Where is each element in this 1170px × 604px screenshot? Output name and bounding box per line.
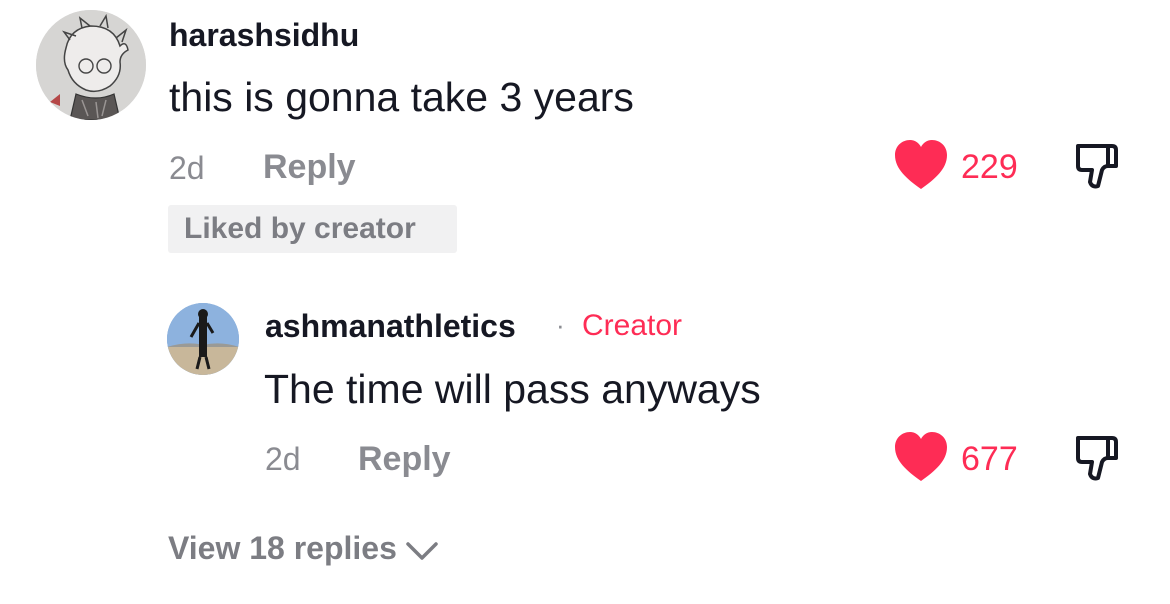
reply-button[interactable]: Reply [358, 440, 451, 479]
cartoon-avatar-image [36, 10, 146, 120]
like-count: 229 [961, 148, 1018, 186]
creator-badge: Creator [582, 309, 683, 342]
view-replies-button[interactable]: View 18 replies [168, 530, 439, 567]
thumbs-down-icon [1076, 436, 1118, 481]
avatar-harashsidhu[interactable] [36, 10, 146, 120]
thumbs-down-icon [1076, 144, 1118, 189]
comment-text: this is gonna take 3 years [169, 74, 634, 120]
chevron-down-icon [406, 541, 438, 560]
dislike-button[interactable] [1072, 140, 1124, 192]
avatar-ashmanathletics[interactable] [167, 303, 239, 375]
comment-timestamp: 2d [265, 441, 301, 477]
comment-username[interactable]: ashmanathletics [265, 308, 516, 345]
comment-text: The time will pass anyways [264, 366, 761, 412]
like-button[interactable] [893, 139, 949, 191]
comment-timestamp: 2d [169, 150, 205, 186]
liked-by-creator-badge: Liked by creator [168, 205, 457, 253]
separator-dot: · [556, 310, 565, 340]
heart-icon [895, 140, 947, 189]
dislike-button[interactable] [1072, 432, 1124, 484]
reply-button[interactable]: Reply [263, 148, 356, 187]
like-button[interactable] [893, 431, 949, 483]
heart-icon [895, 432, 947, 481]
comment-username[interactable]: harashsidhu [169, 17, 359, 54]
view-replies-label: View 18 replies [168, 530, 397, 566]
person-photo-avatar-image [167, 303, 239, 375]
like-count: 677 [961, 440, 1018, 478]
